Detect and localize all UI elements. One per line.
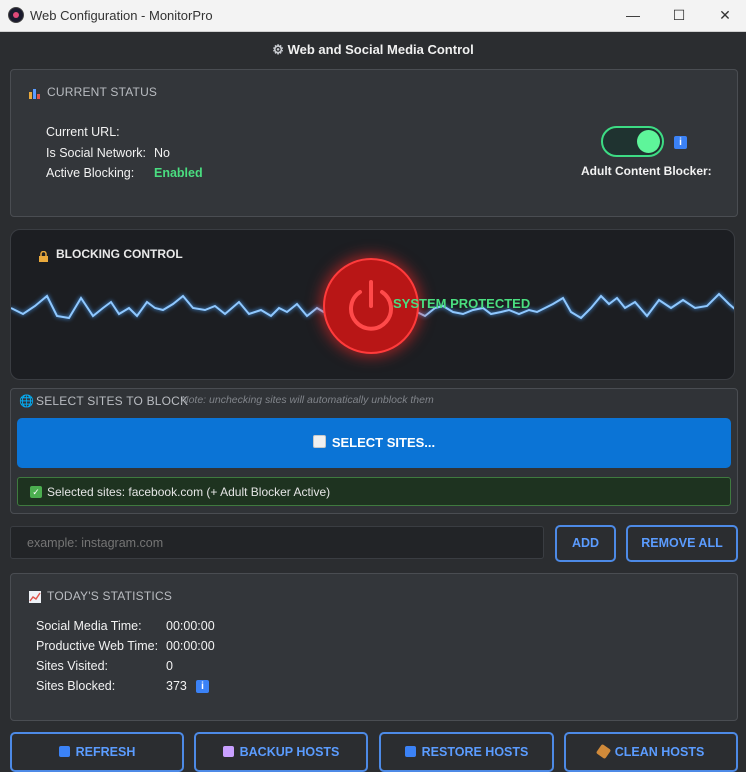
stat-value-sites-blocked: 373 <box>166 679 187 693</box>
clean-hosts-button[interactable]: CLEAN HOSTS <box>564 732 738 772</box>
stat-label-sites-visited: Sites Visited: <box>36 659 109 673</box>
current-url-label: Current URL: <box>46 125 120 139</box>
social-network-value: No <box>154 146 170 160</box>
remove-all-button[interactable]: REMOVE ALL <box>626 525 738 562</box>
select-sites-button-label: SELECT SITES... <box>331 435 436 450</box>
active-blocking-value: Enabled <box>154 166 203 180</box>
page-title: Web and Social Media Control <box>287 42 474 57</box>
close-button[interactable]: ✕ <box>702 0 746 31</box>
checkmark-icon: ✓ <box>30 486 42 498</box>
broom-icon <box>595 743 611 760</box>
info-icon[interactable]: i <box>674 136 687 149</box>
restore-hosts-button-label: RESTORE HOSTS <box>421 745 529 759</box>
system-protected-text: SYSTEM PROTECTED <box>393 296 531 311</box>
refresh-button[interactable]: REFRESH <box>10 732 184 772</box>
globe-icon: 🌐 <box>19 394 34 408</box>
window-title: Web Configuration - MonitorPro <box>30 8 213 23</box>
lock-icon <box>38 249 49 262</box>
clean-hosts-button-label: CLEAN HOSTS <box>614 745 705 759</box>
sites-blocked-info-icon[interactable]: i <box>196 680 209 693</box>
site-input[interactable] <box>10 526 544 559</box>
page-header: ⚙ Web and Social Media Control <box>0 42 746 58</box>
maximize-button[interactable]: ☐ <box>656 0 702 31</box>
selected-sites-bar: ✓ Selected sites: facebook.com (+ Adult … <box>17 477 731 506</box>
stat-value-productive-time: 00:00:00 <box>166 639 215 653</box>
statistics-title: TODAY'S STATISTICS <box>47 589 173 603</box>
add-button[interactable]: ADD <box>555 525 616 562</box>
select-sites-button[interactable]: SELECT SITES... <box>17 418 731 468</box>
active-blocking-label: Active Blocking: <box>46 166 135 180</box>
floppy-disk-icon <box>222 746 234 757</box>
select-sites-note: Note: unchecking sites will automaticall… <box>181 394 434 406</box>
stat-label-productive-time: Productive Web Time: <box>36 639 159 653</box>
adult-blocker-toggle[interactable] <box>601 126 664 157</box>
selected-sites-text: Selected sites: facebook.com (+ Adult Bl… <box>47 485 331 499</box>
select-sites-title: SELECT SITES TO BLOCK <box>36 394 189 408</box>
stat-value-sites-visited: 0 <box>166 659 173 673</box>
window-titlebar: Web Configuration - MonitorPro — ☐ ✕ <box>0 0 746 32</box>
social-network-label: Is Social Network: <box>46 146 147 160</box>
stat-value-social-time: 00:00:00 <box>166 619 215 633</box>
app-icon <box>8 7 24 23</box>
gear-icon: ⚙ <box>272 42 284 57</box>
stat-label-sites-blocked: Sites Blocked: <box>36 679 116 693</box>
backup-hosts-button-label: BACKUP HOSTS <box>239 745 340 759</box>
trend-chart-icon <box>29 590 41 603</box>
refresh-button-label: REFRESH <box>75 745 136 759</box>
current-status-title: CURRENT STATUS <box>47 85 158 99</box>
toggle-knob <box>637 130 660 153</box>
restore-hosts-button[interactable]: RESTORE HOSTS <box>379 732 554 772</box>
stat-label-social-time: Social Media Time: <box>36 619 142 633</box>
adult-blocker-label: Adult Content Blocker: <box>581 164 712 178</box>
clipboard-icon <box>312 435 326 448</box>
minimize-button[interactable]: — <box>610 0 656 31</box>
refresh-icon <box>58 746 70 757</box>
backup-hosts-button[interactable]: BACKUP HOSTS <box>194 732 368 772</box>
restore-icon <box>404 746 416 757</box>
chart-icon <box>29 86 41 99</box>
blocking-control-title: BLOCKING CONTROL <box>56 247 183 261</box>
